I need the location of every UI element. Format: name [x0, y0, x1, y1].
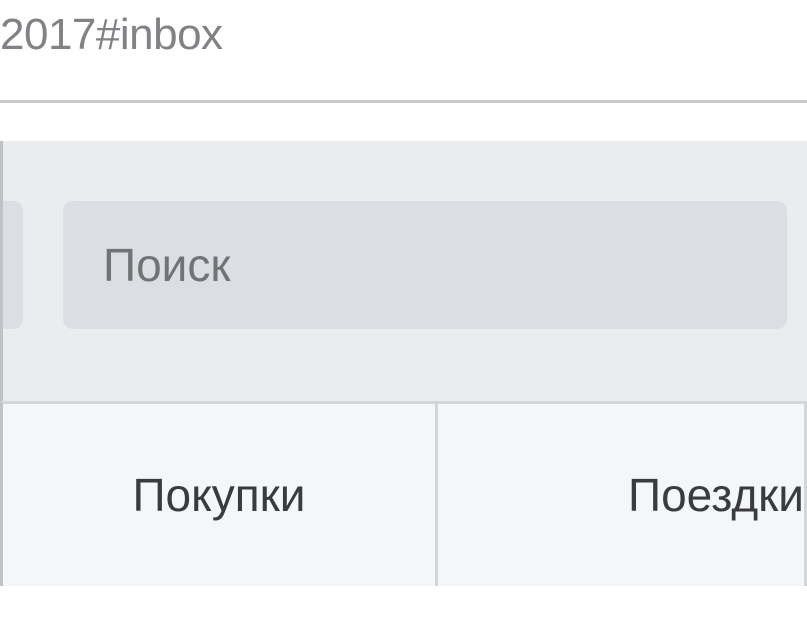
address-bar-divider: [0, 100, 807, 103]
left-button-fragment[interactable]: [3, 201, 23, 329]
tab-purchases[interactable]: Покупки: [3, 404, 438, 586]
tab-trips-label: Поездки: [628, 468, 804, 522]
category-tabs: Покупки Поездки: [0, 401, 807, 586]
url-text: 2017#inbox: [0, 10, 807, 60]
address-bar[interactable]: 2017#inbox: [0, 0, 807, 100]
tab-trips[interactable]: Поездки: [438, 404, 807, 586]
search-row: [3, 141, 807, 329]
search-input[interactable]: [63, 201, 787, 329]
app-header: [0, 141, 807, 401]
tab-purchases-label: Покупки: [132, 468, 305, 522]
